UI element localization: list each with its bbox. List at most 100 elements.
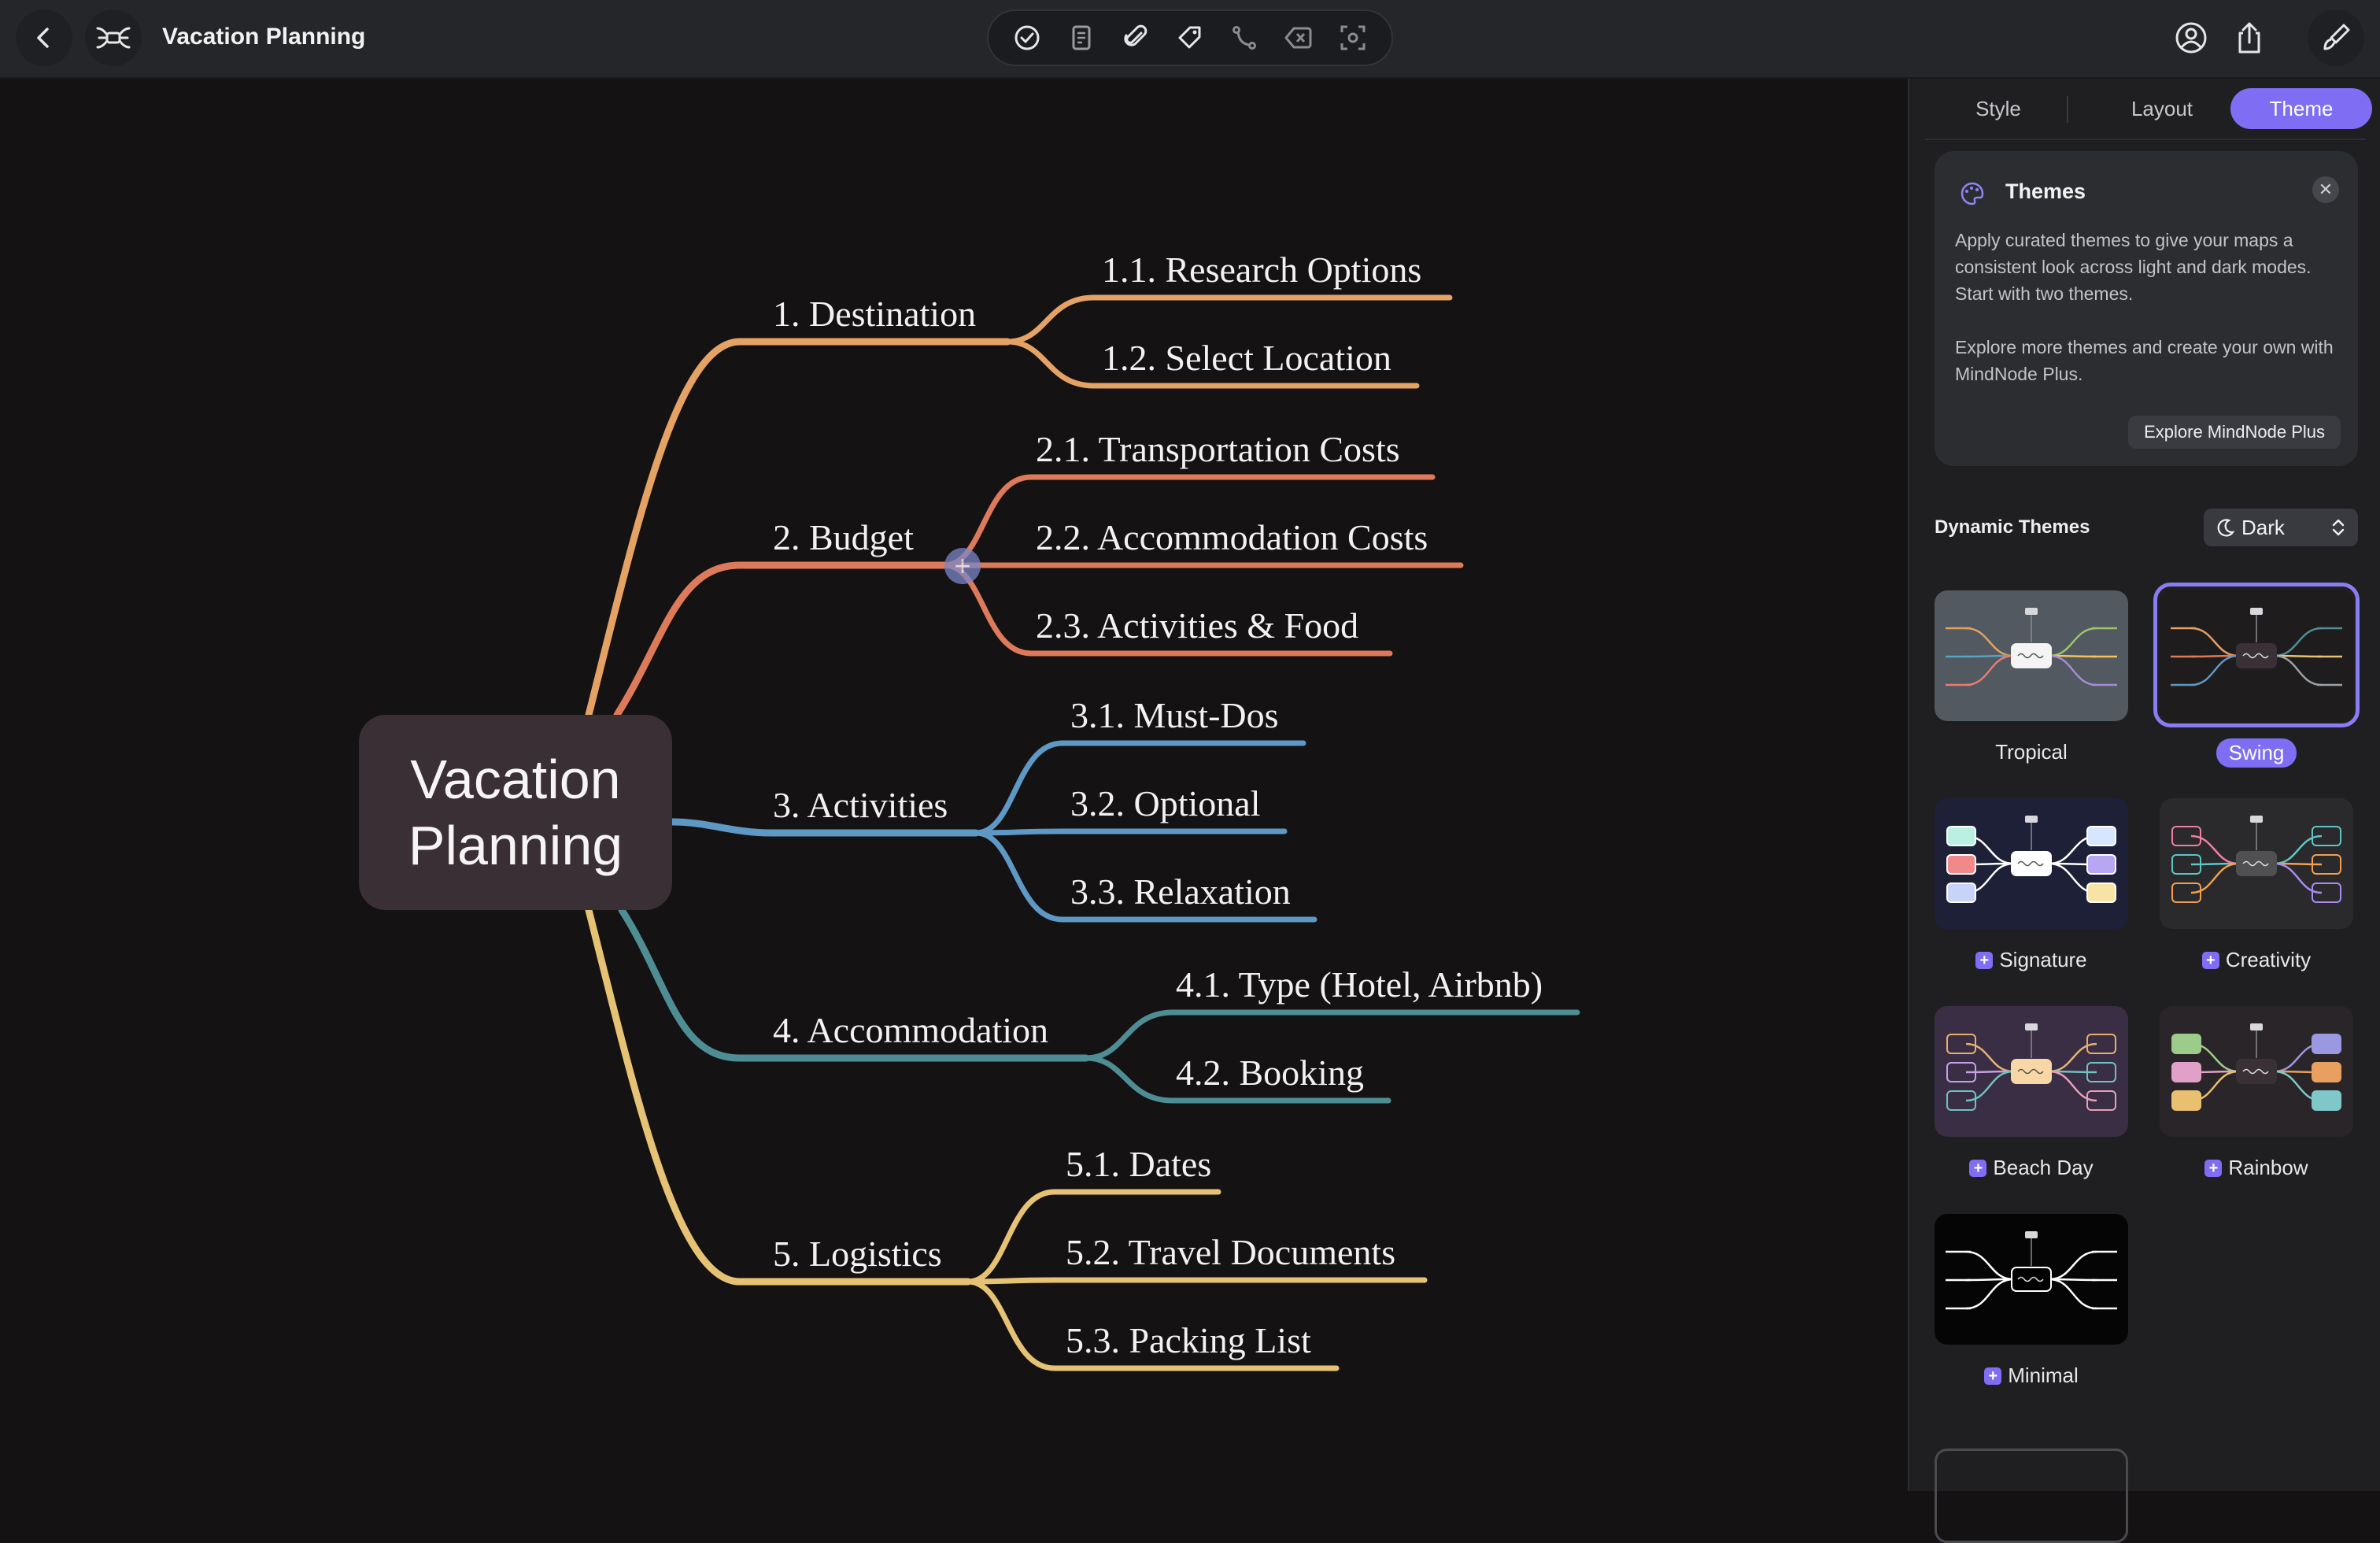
share-button[interactable]: [2221, 9, 2278, 66]
connection-icon: [1232, 26, 1257, 50]
backspace-icon: [1284, 27, 1312, 49]
mindmap-canvas[interactable]: Vacation Planning 1. Destination 2. Budg…: [0, 79, 1908, 1491]
branch-node-destination[interactable]: 1. Destination: [773, 296, 976, 332]
child-node[interactable]: 1.2. Select Location: [1102, 340, 1391, 376]
child-node[interactable]: 5.3. Packing List: [1066, 1323, 1311, 1359]
document-title: Vacation Planning: [162, 24, 366, 50]
tab-theme-label: Theme: [2269, 96, 2334, 120]
tab-divider: [2067, 96, 2068, 123]
child-node[interactable]: 5.2. Travel Documents: [1066, 1234, 1395, 1271]
focus-button[interactable]: [1336, 20, 1370, 55]
outline-button[interactable]: [85, 9, 142, 66]
palette-icon: [1961, 182, 1984, 205]
moon-icon: [2217, 519, 2235, 537]
close-button[interactable]: ✕: [2312, 176, 2339, 203]
inspector-button[interactable]: [2308, 9, 2364, 66]
appearance-mode-select[interactable]: Dark: [2204, 509, 2358, 546]
attachment-button[interactable]: [1118, 20, 1153, 55]
close-icon: ✕: [2318, 179, 2334, 199]
child-node[interactable]: 2.3. Activities & Food: [1036, 608, 1358, 644]
theme-thumbnail-swing[interactable]: [2160, 590, 2353, 721]
child-connector: [965, 1277, 1428, 1285]
plus-badge-icon: +: [2201, 951, 2219, 969]
tab-layout-label: Layout: [2131, 96, 2193, 120]
child-node[interactable]: 5.1. Dates: [1066, 1146, 1211, 1182]
branch-node-activities[interactable]: 3. Activities: [773, 787, 948, 823]
theme-preview-graphic: [2160, 798, 2353, 929]
chevron-left-icon: [37, 28, 49, 48]
mindmap-connections: [585, 294, 1580, 1371]
theme-thumbnail-signature[interactable]: [1935, 798, 2128, 929]
theme-label-rainbow: + Rainbow: [2160, 1156, 2353, 1180]
child-node[interactable]: 3.1. Must-Dos: [1070, 697, 1279, 734]
paperclip-icon: [1124, 24, 1148, 46]
theme-preview-graphic: [1935, 1006, 2128, 1137]
checkmark-circle-icon: [1014, 25, 1040, 50]
appearance-mode-value: Dark: [2241, 515, 2285, 539]
themes-card-plus-description: Explore more themes and create your own …: [1955, 337, 2334, 384]
child-connector: [973, 828, 1288, 836]
tabs-divider: [1925, 139, 2366, 140]
branch-node-budget[interactable]: 2. Budget: [773, 520, 914, 556]
child-connector: [1004, 294, 1453, 345]
child-node[interactable]: 2.2. Accommodation Costs: [1036, 520, 1428, 556]
tag-icon: [1178, 26, 1201, 49]
plus-badge-icon: +: [2204, 1159, 2223, 1177]
tab-theme[interactable]: Theme: [2230, 88, 2372, 129]
add-theme-card[interactable]: [1935, 1449, 2128, 1543]
plus-badge-icon: +: [1984, 1367, 2002, 1385]
branch-node-accommodation[interactable]: 4. Accommodation: [773, 1012, 1048, 1049]
theme-name: Tropical: [1995, 740, 2068, 764]
connection-button[interactable]: [1227, 20, 1262, 55]
task-button[interactable]: [1010, 20, 1044, 55]
theme-label-minimal: + Minimal: [1935, 1364, 2128, 1388]
theme-label-tropical: Tropical: [1935, 740, 2128, 764]
child-node[interactable]: 2.1. Transportation Costs: [1036, 431, 1400, 468]
branch-node-logistics[interactable]: 5. Logistics: [773, 1236, 942, 1272]
tag-button[interactable]: [1173, 20, 1207, 55]
title-bar: Vacation Planning: [0, 0, 2380, 79]
theme-thumbnail-tropical[interactable]: [1935, 590, 2128, 721]
theme-name: Rainbow: [2228, 1156, 2308, 1179]
tab-layout[interactable]: Layout: [2087, 88, 2237, 129]
theme-preview-graphic: [2160, 1006, 2353, 1137]
plus-badge-icon: +: [1969, 1159, 1987, 1177]
back-button[interactable]: [16, 9, 72, 66]
child-node[interactable]: 4.1. Type (Hotel, Airbnb): [1176, 967, 1543, 1003]
chevron-up-down-icon: [2332, 519, 2345, 536]
root-node-label-line2: Planning: [408, 815, 623, 876]
add-child-handle[interactable]: +: [944, 548, 981, 584]
themes-card-title: Themes: [2005, 179, 2086, 203]
theme-label-creativity: + Creativity: [2160, 948, 2353, 972]
explore-mindnode-plus-button[interactable]: Explore MindNode Plus: [2128, 416, 2341, 449]
plus-badge-icon: +: [1975, 951, 1994, 969]
child-node[interactable]: 4.2. Booking: [1176, 1055, 1364, 1091]
theme-label-beach-day: + Beach Day: [1935, 1156, 2128, 1180]
mindmap-outline-icon: [96, 27, 131, 49]
tab-style[interactable]: Style: [1941, 88, 2056, 129]
theme-name: Minimal: [2008, 1364, 2079, 1387]
root-node-label-line1: Vacation: [410, 749, 621, 810]
child-node[interactable]: 1.1. Research Options: [1102, 252, 1421, 288]
child-node[interactable]: 3.3. Relaxation: [1070, 874, 1291, 910]
theme-name: Swing: [2216, 738, 2297, 768]
theme-thumbnail-rainbow[interactable]: [2160, 1006, 2353, 1137]
theme-name: Creativity: [2225, 948, 2312, 971]
branch-connector: [585, 906, 972, 1286]
branch-connector: [613, 561, 948, 719]
share-collaborate-button[interactable]: [2163, 9, 2219, 66]
note-button[interactable]: [1064, 20, 1099, 55]
child-connector: [1083, 1009, 1580, 1061]
root-node[interactable]: Vacation Planning: [359, 715, 672, 910]
paintbrush-icon: [2323, 24, 2350, 50]
plus-icon: +: [954, 549, 971, 582]
theme-thumbnail-minimal[interactable]: [1935, 1214, 2128, 1345]
theme-preview-graphic: [1935, 798, 2128, 929]
theme-thumbnail-beach-day[interactable]: [1935, 1006, 2128, 1137]
tab-style-label: Style: [1975, 96, 2021, 120]
themes-card-description: Apply curated themes to give your maps a…: [1955, 230, 2312, 304]
theme-preview-graphic: [1935, 1214, 2128, 1345]
child-node[interactable]: 3.2. Optional: [1070, 786, 1260, 822]
theme-thumbnail-creativity[interactable]: [2160, 798, 2353, 929]
delete-button[interactable]: [1281, 20, 1316, 55]
